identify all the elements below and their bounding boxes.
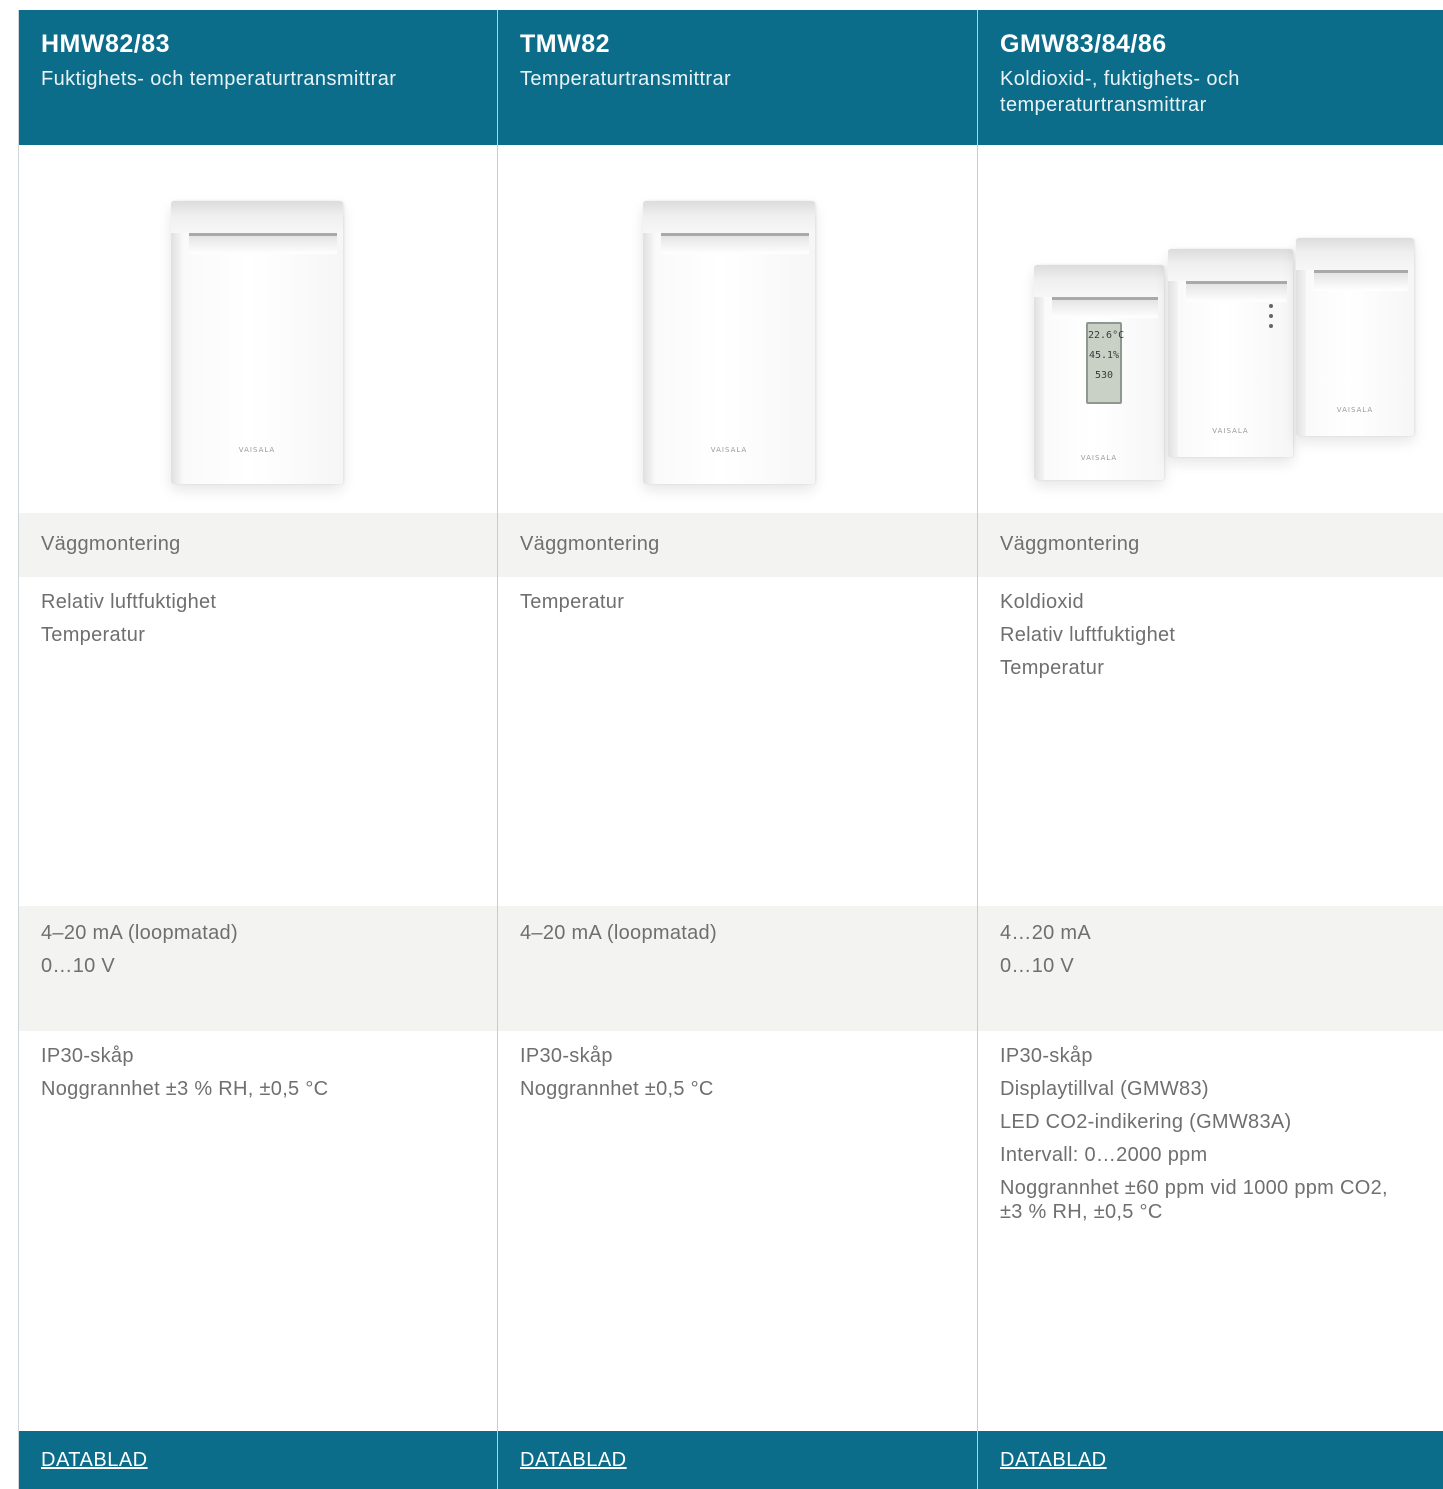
- display-co2: 530: [1094, 370, 1114, 381]
- mounting-cell: Väggmontering: [978, 513, 1443, 577]
- measures-cell: Relativ luftfuktighet Temperatur: [19, 577, 498, 906]
- datasheet-link[interactable]: DATABLAD: [520, 1449, 627, 1471]
- feature-item: Noggrannhet ±3 % RH, ±0,5 °C: [41, 1078, 329, 1100]
- feature-item: Intervall: 0…2000 ppm: [1000, 1144, 1208, 1166]
- product-header: HMW82/83 Fuktighets- och temperaturtrans…: [19, 10, 498, 145]
- output-item: 4–20 mA (loopmatad): [41, 922, 238, 944]
- datasheet-link[interactable]: DATABLAD: [41, 1449, 148, 1471]
- display-humidity: 45.1%: [1088, 350, 1120, 361]
- product-column-tmw82: TMW82 Temperaturtransmittrar VAISALA Väg…: [497, 10, 978, 1489]
- product-name: TMW82: [520, 30, 610, 58]
- measure-item: Koldioxid: [1000, 591, 1084, 613]
- measure-item: Temperatur: [520, 591, 625, 613]
- measure-item: Relativ luftfuktighet: [41, 591, 217, 613]
- feature-item: IP30-skåp: [1000, 1045, 1093, 1067]
- transmitter-device-image: VAISALA: [171, 201, 343, 484]
- output-item: 0…10 V: [41, 955, 116, 977]
- outputs-cell: 4–20 mA (loopmatad): [498, 906, 978, 1031]
- datasheet-footer: DATABLAD: [978, 1431, 1443, 1489]
- product-header: TMW82 Temperaturtransmittrar: [498, 10, 978, 145]
- product-column-gmw83: GMW83/84/86 Koldioxid-, fuktighets- och …: [977, 10, 1443, 1489]
- device-brand-logo: VAISALA: [238, 446, 276, 454]
- outputs-cell: 4–20 mA (loopmatad) 0…10 V: [19, 906, 498, 1031]
- feature-item: IP30-skåp: [520, 1045, 613, 1067]
- features-cell: IP30-skåp Displaytillval (GMW83) LED CO2…: [978, 1031, 1443, 1431]
- mounting-cell: Väggmontering: [498, 513, 978, 577]
- feature-item: LED CO2-indikering (GMW83A): [1000, 1111, 1292, 1133]
- product-image: VAISALA: [19, 145, 498, 513]
- transmitter-device-led-image: VAISALA: [1168, 249, 1293, 457]
- output-item: 4–20 mA (loopmatad): [520, 922, 717, 944]
- feature-item: Noggrannhet ±0,5 °C: [520, 1078, 714, 1100]
- product-comparison-table: HMW82/83 Fuktighets- och temperaturtrans…: [18, 10, 1443, 1489]
- transmitter-device-image: VAISALA: [643, 201, 815, 484]
- output-item: 0…10 V: [1000, 955, 1075, 977]
- feature-item: Noggrannhet ±60 ppm vid 1000 ppm CO2, ±3…: [1000, 1177, 1388, 1223]
- device-brand-logo: VAISALA: [1336, 406, 1374, 414]
- product-subtitle: Temperaturtransmittrar: [520, 68, 732, 90]
- device-brand-logo: VAISALA: [1080, 454, 1118, 462]
- product-image: 22.6°C 45.1% 530 VAISALA VAISALA VAISALA: [978, 145, 1443, 513]
- measures-cell: Koldioxid Relativ luftfuktighet Temperat…: [978, 577, 1443, 906]
- product-image: VAISALA: [498, 145, 978, 513]
- product-column-hmw82: HMW82/83 Fuktighets- och temperaturtrans…: [18, 10, 498, 1489]
- features-cell: IP30-skåp Noggrannhet ±0,5 °C: [498, 1031, 978, 1431]
- led-indicator-icon: [1269, 304, 1273, 334]
- display-temperature: 22.6°C: [1088, 330, 1125, 341]
- product-name: HMW82/83: [41, 30, 171, 58]
- outputs-cell: 4…20 mA 0…10 V: [978, 906, 1443, 1031]
- datasheet-footer: DATABLAD: [19, 1431, 498, 1489]
- datasheet-footer: DATABLAD: [498, 1431, 978, 1489]
- product-subtitle: Koldioxid-, fuktighets- och temperaturtr…: [1000, 68, 1240, 116]
- feature-item: IP30-skåp: [41, 1045, 134, 1067]
- measure-item: Relativ luftfuktighet: [1000, 624, 1176, 646]
- mounting-cell: Väggmontering: [19, 513, 498, 577]
- device-display-screen: 22.6°C 45.1% 530: [1086, 322, 1125, 404]
- product-name: GMW83/84/86: [1000, 30, 1167, 58]
- device-brand-logo: VAISALA: [710, 446, 748, 454]
- measures-cell: Temperatur: [498, 577, 978, 906]
- features-cell: IP30-skåp Noggrannhet ±3 % RH, ±0,5 °C: [19, 1031, 498, 1431]
- measure-item: Temperatur: [41, 624, 146, 646]
- transmitter-device-image: VAISALA: [1296, 238, 1414, 436]
- output-item: 4…20 mA: [1000, 922, 1092, 944]
- measure-item: Temperatur: [1000, 657, 1105, 679]
- product-subtitle: Fuktighets- och temperaturtransmittrar: [41, 68, 397, 90]
- device-brand-logo: VAISALA: [1212, 427, 1249, 435]
- product-header: GMW83/84/86 Koldioxid-, fuktighets- och …: [978, 10, 1443, 145]
- transmitter-device-with-display-image: 22.6°C 45.1% 530 VAISALA: [1034, 265, 1164, 480]
- datasheet-link[interactable]: DATABLAD: [1000, 1449, 1107, 1471]
- feature-item: Displaytillval (GMW83): [1000, 1078, 1209, 1100]
